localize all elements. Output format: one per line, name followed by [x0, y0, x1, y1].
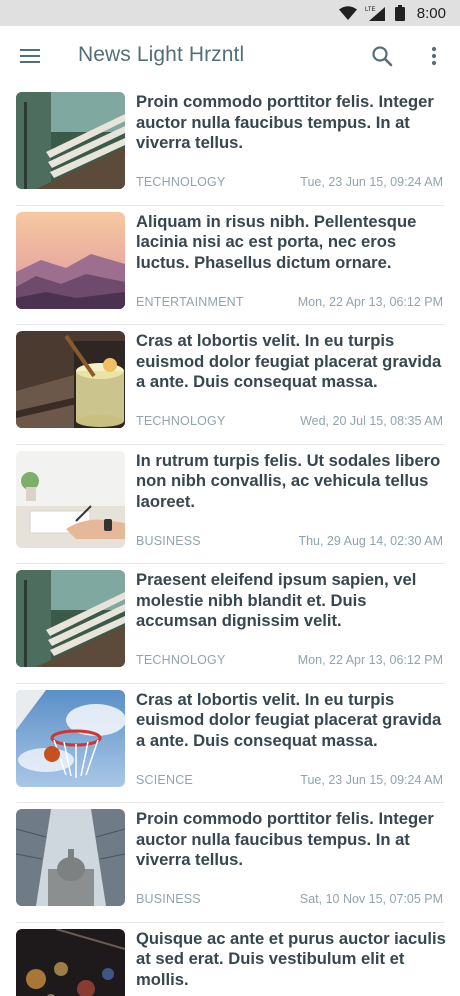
article-date: Tue, 23 Jun 15, 09:24 AM — [300, 772, 443, 787]
article-headline: Aliquam in risus nibh. Pellentesque laci… — [136, 211, 417, 272]
article-category: BUSINESS — [136, 533, 201, 548]
article-list: Proin commodo porttitor felis. Integer a… — [0, 86, 460, 996]
battery-icon — [394, 5, 405, 21]
app-bar: News Light Hrzntl — [0, 26, 460, 86]
clock: 8:00 — [416, 4, 446, 22]
search-icon — [372, 46, 393, 67]
article-date: Thu, 29 Aug 14, 02:30 AM — [298, 533, 443, 548]
article-thumbnail-bench — [16, 92, 125, 189]
article-thumbnail-cathedral — [16, 809, 125, 906]
article-category: TECHNOLOGY — [136, 653, 226, 667]
app-title: News Light Hrzntl — [78, 43, 245, 66]
network-type-label: LTE — [365, 7, 376, 13]
article-headline: Quisque ac ante et purus auctor iaculis … — [136, 928, 446, 989]
article-thumbnail-cocktail — [16, 331, 125, 428]
article-date: Wed, 20 Jul 15, 08:35 AM — [300, 414, 443, 428]
article-category: TECHNOLOGY — [136, 414, 226, 428]
article-item[interactable]: Cras at lobortis velit. In eu turpis eui… — [0, 684, 460, 803]
article-item[interactable]: Proin commodo porttitor felis. Integer a… — [0, 803, 460, 923]
article-thumbnail-bench — [16, 570, 125, 667]
article-thumbnail-writing-desk — [16, 450, 125, 548]
article-item[interactable]: Proin commodo porttitor felis. Integer a… — [0, 86, 460, 206]
search-button[interactable] — [370, 44, 394, 68]
article-item[interactable]: Praesent eleifend ipsum sapien, vel mole… — [0, 564, 460, 684]
article-category: BUSINESS — [136, 892, 201, 906]
more-vert-icon — [431, 46, 437, 66]
article-headline: Proin commodo porttitor felis. Integer a… — [136, 92, 434, 152]
article-thumbnail-sunset-mountains — [16, 211, 125, 309]
cell-signal-icon: LTE — [365, 7, 385, 21]
article-headline: Praesent eleifend ipsum sapien, vel mole… — [136, 570, 417, 630]
article-item[interactable]: Quisque ac ante et purus auctor iaculis … — [0, 923, 460, 996]
article-headline: Cras at lobortis velit. In eu turpis eui… — [136, 689, 442, 750]
article-headline: Proin commodo porttitor felis. Integer a… — [136, 809, 434, 869]
article-headline: Cras at lobortis velit. In eu turpis eui… — [136, 331, 442, 391]
more-options-button[interactable] — [422, 44, 446, 68]
menu-button[interactable] — [18, 44, 42, 68]
wifi-icon — [338, 6, 357, 20]
article-date: Mon, 22 Apr 13, 06:12 PM — [297, 294, 443, 309]
article-thumbnail-bokeh-lights — [16, 928, 125, 996]
article-headline: In rutrum turpis felis. Ut sodales liber… — [136, 450, 441, 511]
article-date: Mon, 22 Apr 13, 06:12 PM — [297, 653, 443, 667]
menu-icon — [20, 49, 40, 63]
article-category: SCIENCE — [136, 772, 193, 787]
article-item[interactable]: Aliquam in risus nibh. Pellentesque laci… — [0, 206, 460, 325]
article-thumbnail-basketball-hoop — [16, 689, 125, 787]
article-date: Tue, 23 Jun 15, 09:24 AM — [300, 175, 443, 189]
article-item[interactable]: Cras at lobortis velit. In eu turpis eui… — [0, 325, 460, 445]
article-date: Sat, 10 Nov 15, 07:05 PM — [299, 892, 443, 906]
article-item[interactable]: In rutrum turpis felis. Ut sodales liber… — [0, 445, 460, 564]
status-bar: LTE 8:00 — [0, 0, 460, 26]
article-category: ENTERTAINMENT — [136, 294, 244, 309]
article-category: TECHNOLOGY — [136, 175, 226, 189]
